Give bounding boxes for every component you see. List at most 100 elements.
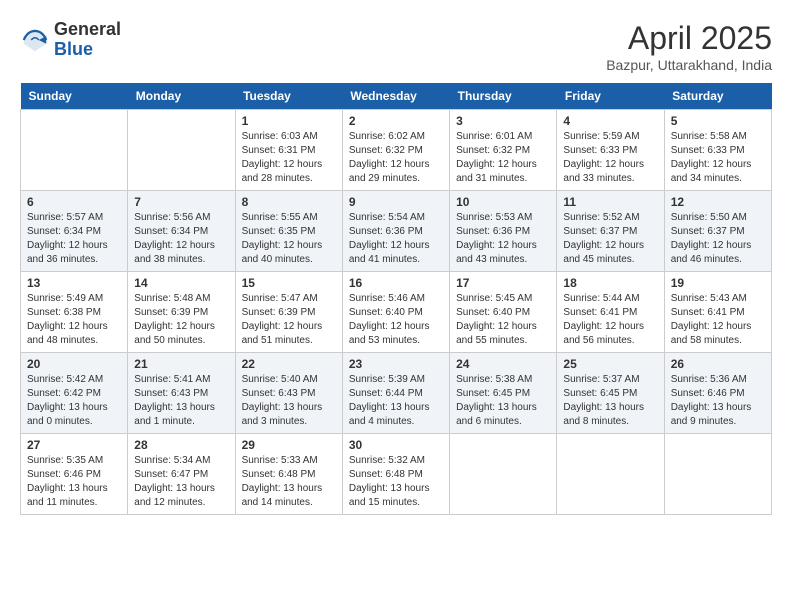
calendar-cell: 27 Sunrise: 5:35 AM Sunset: 6:46 PM Dayli… — [21, 434, 128, 515]
logo-text: General Blue — [54, 20, 121, 60]
day-number: 24 — [456, 357, 550, 371]
calendar-cell: 8 Sunrise: 5:55 AM Sunset: 6:35 PM Daylig… — [235, 191, 342, 272]
day-number: 28 — [134, 438, 228, 452]
day-info: Sunrise: 5:45 AM Sunset: 6:40 PM Dayligh… — [456, 292, 550, 348]
day-number: 13 — [27, 276, 121, 290]
day-number: 9 — [349, 195, 443, 209]
calendar-day-header: Monday — [128, 83, 235, 110]
day-info: Sunrise: 5:47 AM Sunset: 6:39 PM Dayligh… — [242, 292, 336, 348]
calendar-cell: 7 Sunrise: 5:56 AM Sunset: 6:34 PM Daylig… — [128, 191, 235, 272]
calendar-week-row: 1 Sunrise: 6:03 AM Sunset: 6:31 PM Daylig… — [21, 110, 772, 191]
calendar-week-row: 27 Sunrise: 5:35 AM Sunset: 6:46 PM Dayli… — [21, 434, 772, 515]
calendar-cell: 11Sunrise: 5:52 AM Sunset: 6:37 PM Dayli… — [557, 191, 664, 272]
calendar-cell — [450, 434, 557, 515]
calendar-cell: 21 Sunrise: 5:41 AM Sunset: 6:43 PM Dayli… — [128, 353, 235, 434]
day-info: Sunrise: 5:40 AM Sunset: 6:43 PM Dayligh… — [242, 373, 336, 429]
day-number: 1 — [242, 114, 336, 128]
calendar-week-row: 6 Sunrise: 5:57 AM Sunset: 6:34 PM Daylig… — [21, 191, 772, 272]
calendar-cell: 6 Sunrise: 5:57 AM Sunset: 6:34 PM Daylig… — [21, 191, 128, 272]
day-info: Sunrise: 5:57 AM Sunset: 6:34 PM Dayligh… — [27, 211, 121, 267]
day-number: 2 — [349, 114, 443, 128]
calendar-cell — [21, 110, 128, 191]
calendar-cell: 10 Sunrise: 5:53 AM Sunset: 6:36 PM Dayli… — [450, 191, 557, 272]
day-number: 23 — [349, 357, 443, 371]
day-info: Sunrise: 5:55 AM Sunset: 6:35 PM Dayligh… — [242, 211, 336, 267]
calendar-cell — [128, 110, 235, 191]
calendar-cell: 16Sunrise: 5:46 AM Sunset: 6:40 PM Dayli… — [342, 272, 449, 353]
day-info: Sunrise: 5:42 AM Sunset: 6:42 PM Dayligh… — [27, 373, 121, 429]
day-number: 21 — [134, 357, 228, 371]
day-info: Sunrise: 5:44 AM Sunset: 6:41 PM Dayligh… — [563, 292, 657, 348]
calendar-cell: 18 Sunrise: 5:44 AM Sunset: 6:41 PM Dayli… — [557, 272, 664, 353]
day-info: Sunrise: 5:41 AM Sunset: 6:43 PM Dayligh… — [134, 373, 228, 429]
day-number: 19 — [671, 276, 765, 290]
day-number: 27 — [27, 438, 121, 452]
day-number: 8 — [242, 195, 336, 209]
day-info: Sunrise: 6:03 AM Sunset: 6:31 PM Dayligh… — [242, 130, 336, 186]
calendar-cell: 4Sunrise: 5:59 AM Sunset: 6:33 PM Daylig… — [557, 110, 664, 191]
calendar-cell: 29 Sunrise: 5:33 AM Sunset: 6:48 PM Dayli… — [235, 434, 342, 515]
day-info: Sunrise: 5:54 AM Sunset: 6:36 PM Dayligh… — [349, 211, 443, 267]
day-info: Sunrise: 5:37 AM Sunset: 6:45 PM Dayligh… — [563, 373, 657, 429]
day-number: 10 — [456, 195, 550, 209]
day-number: 22 — [242, 357, 336, 371]
day-number: 30 — [349, 438, 443, 452]
day-number: 29 — [242, 438, 336, 452]
calendar-cell — [664, 434, 771, 515]
day-info: Sunrise: 5:56 AM Sunset: 6:34 PM Dayligh… — [134, 211, 228, 267]
day-number: 26 — [671, 357, 765, 371]
day-info: Sunrise: 5:58 AM Sunset: 6:33 PM Dayligh… — [671, 130, 765, 186]
location: Bazpur, Uttarakhand, India — [606, 57, 772, 73]
day-info: Sunrise: 5:43 AM Sunset: 6:41 PM Dayligh… — [671, 292, 765, 348]
logo: General Blue — [20, 20, 121, 60]
day-number: 4 — [563, 114, 657, 128]
day-number: 6 — [27, 195, 121, 209]
day-info: Sunrise: 5:32 AM Sunset: 6:48 PM Dayligh… — [349, 454, 443, 510]
day-info: Sunrise: 5:35 AM Sunset: 6:46 PM Dayligh… — [27, 454, 121, 510]
calendar-day-header: Thursday — [450, 83, 557, 110]
day-number: 12 — [671, 195, 765, 209]
day-info: Sunrise: 5:38 AM Sunset: 6:45 PM Dayligh… — [456, 373, 550, 429]
calendar-cell: 28 Sunrise: 5:34 AM Sunset: 6:47 PM Dayli… — [128, 434, 235, 515]
calendar-cell: 15 Sunrise: 5:47 AM Sunset: 6:39 PM Dayli… — [235, 272, 342, 353]
logo-general: General — [54, 20, 121, 40]
calendar-cell: 14Sunrise: 5:48 AM Sunset: 6:39 PM Dayli… — [128, 272, 235, 353]
calendar-cell — [557, 434, 664, 515]
logo-blue: Blue — [54, 40, 121, 60]
day-number: 11 — [563, 195, 657, 209]
day-info: Sunrise: 5:53 AM Sunset: 6:36 PM Dayligh… — [456, 211, 550, 267]
calendar-week-row: 20 Sunrise: 5:42 AM Sunset: 6:42 PM Dayli… — [21, 353, 772, 434]
calendar-cell: 13 Sunrise: 5:49 AM Sunset: 6:38 PM Dayli… — [21, 272, 128, 353]
logo-icon — [20, 25, 50, 55]
day-info: Sunrise: 5:33 AM Sunset: 6:48 PM Dayligh… — [242, 454, 336, 510]
calendar-day-header: Sunday — [21, 83, 128, 110]
calendar-cell: 5 Sunrise: 5:58 AM Sunset: 6:33 PM Daylig… — [664, 110, 771, 191]
day-number: 5 — [671, 114, 765, 128]
calendar-cell: 2Sunrise: 6:02 AM Sunset: 6:32 PM Daylig… — [342, 110, 449, 191]
day-info: Sunrise: 5:39 AM Sunset: 6:44 PM Dayligh… — [349, 373, 443, 429]
calendar-header-row: SundayMondayTuesdayWednesdayThursdayFrid… — [21, 83, 772, 110]
day-number: 7 — [134, 195, 228, 209]
day-info: Sunrise: 5:49 AM Sunset: 6:38 PM Dayligh… — [27, 292, 121, 348]
calendar-day-header: Tuesday — [235, 83, 342, 110]
calendar-cell: 20 Sunrise: 5:42 AM Sunset: 6:42 PM Dayli… — [21, 353, 128, 434]
month-title: April 2025 — [606, 20, 772, 57]
day-number: 18 — [563, 276, 657, 290]
day-info: Sunrise: 5:34 AM Sunset: 6:47 PM Dayligh… — [134, 454, 228, 510]
calendar-day-header: Wednesday — [342, 83, 449, 110]
calendar-day-header: Saturday — [664, 83, 771, 110]
day-number: 25 — [563, 357, 657, 371]
title-block: April 2025 Bazpur, Uttarakhand, India — [606, 20, 772, 73]
day-info: Sunrise: 5:46 AM Sunset: 6:40 PM Dayligh… — [349, 292, 443, 348]
calendar-cell: 1 Sunrise: 6:03 AM Sunset: 6:31 PM Daylig… — [235, 110, 342, 191]
page-header: General Blue April 2025 Bazpur, Uttarakh… — [20, 20, 772, 73]
calendar-cell: 24 Sunrise: 5:38 AM Sunset: 6:45 PM Dayli… — [450, 353, 557, 434]
day-info: Sunrise: 5:50 AM Sunset: 6:37 PM Dayligh… — [671, 211, 765, 267]
calendar-cell: 23 Sunrise: 5:39 AM Sunset: 6:44 PM Dayli… — [342, 353, 449, 434]
day-number: 15 — [242, 276, 336, 290]
day-info: Sunrise: 5:48 AM Sunset: 6:39 PM Dayligh… — [134, 292, 228, 348]
calendar-cell: 22 Sunrise: 5:40 AM Sunset: 6:43 PM Dayli… — [235, 353, 342, 434]
day-number: 20 — [27, 357, 121, 371]
calendar-day-header: Friday — [557, 83, 664, 110]
calendar-table: SundayMondayTuesdayWednesdayThursdayFrid… — [20, 83, 772, 515]
